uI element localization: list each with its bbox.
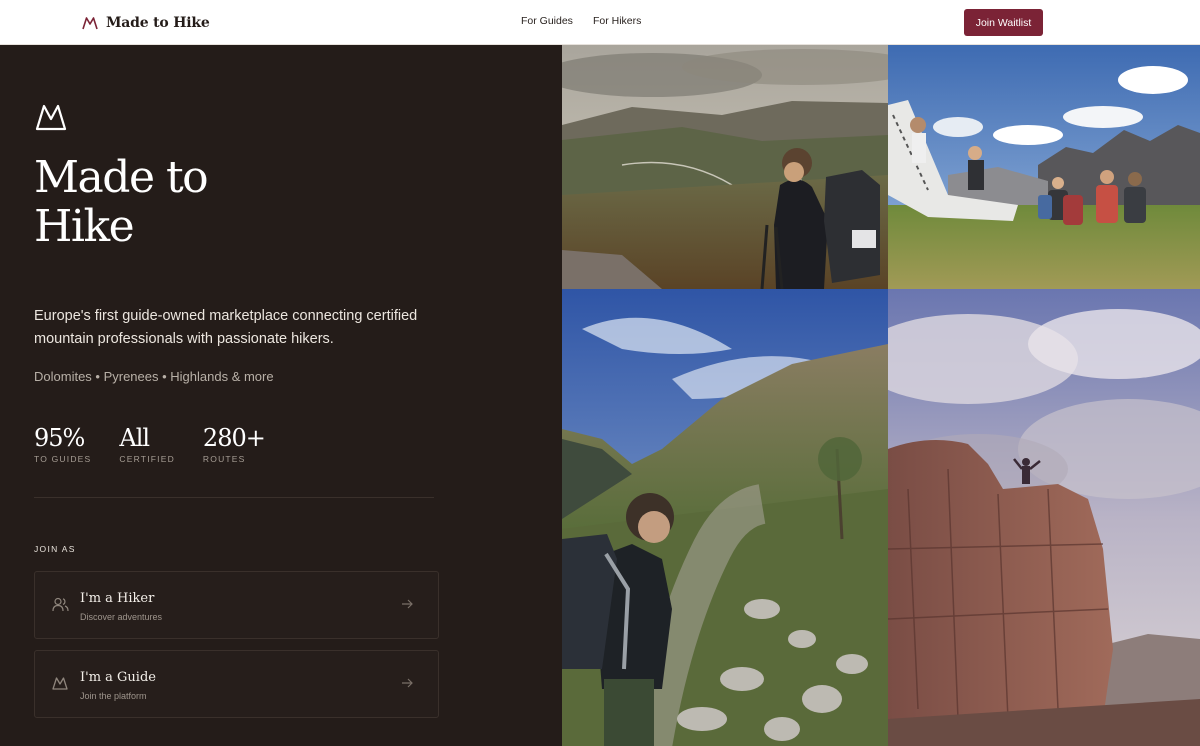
top-nav: Made to Hike For Guides For Hikers Join …: [0, 0, 1200, 45]
nav-link-for-hikers[interactable]: For Hikers: [593, 15, 641, 27]
stat-value: 95%: [34, 424, 85, 452]
nav-links: For Guides For Hikers: [521, 15, 641, 27]
stat-label: CERTIFIED: [119, 454, 175, 464]
hero-description: Europe's first guide-owned marketplace c…: [34, 308, 418, 347]
hero-title: Made to Hike: [34, 152, 209, 252]
mountain-mark-icon: [35, 104, 67, 131]
stat-label: TO GUIDES: [34, 454, 92, 464]
arrow-right-icon: [402, 678, 413, 688]
stats-row: 95% TO GUIDES All CERTIFIED 280+ ROUTES: [34, 423, 293, 464]
nav-link-for-guides[interactable]: For Guides: [521, 15, 573, 27]
join-as-heading: JOIN AS: [34, 544, 76, 554]
stat-label: ROUTES: [202, 454, 246, 464]
stat-value: 280+: [202, 424, 266, 452]
stat-to-guides: 95% TO GUIDES: [34, 423, 91, 464]
group-picnic-photo: [888, 45, 1200, 289]
climber-summit-photo: [888, 289, 1200, 746]
stat-certified: All CERTIFIED: [119, 423, 175, 464]
stat-routes: 280+ ROUTES: [202, 423, 266, 464]
stat-value: All: [119, 424, 150, 452]
hero-title-line2: Hike: [34, 201, 135, 252]
hiker-valley-photo: [562, 45, 888, 289]
regions-list: Dolomites • Pyrenees • Highlands & more: [34, 369, 274, 384]
section-divider: [34, 497, 434, 498]
card-title: I'm a Hiker: [80, 591, 155, 606]
join-waitlist-button[interactable]: Join Waitlist: [964, 9, 1043, 36]
hiker-glen-photo: [562, 289, 888, 746]
brand-name: Made to Hike: [106, 15, 210, 31]
card-subtitle: Join the platform: [80, 691, 147, 701]
hero-panel: Made to Hike Europe's first guide-owned …: [0, 45, 562, 746]
hero-title-line1: Made to: [34, 152, 209, 203]
arrow-right-icon: [402, 599, 413, 609]
join-as-hiker-card[interactable]: I'm a Hiker Discover adventures: [34, 571, 439, 639]
mountain-icon: [52, 677, 68, 690]
brand-logo[interactable]: Made to Hike: [82, 12, 210, 34]
mountain-logo-icon: [82, 17, 98, 30]
card-title: I'm a Guide: [80, 670, 156, 685]
join-as-guide-card[interactable]: I'm a Guide Join the platform: [34, 650, 439, 718]
users-icon: [52, 597, 69, 612]
card-subtitle: Discover adventures: [80, 612, 163, 622]
